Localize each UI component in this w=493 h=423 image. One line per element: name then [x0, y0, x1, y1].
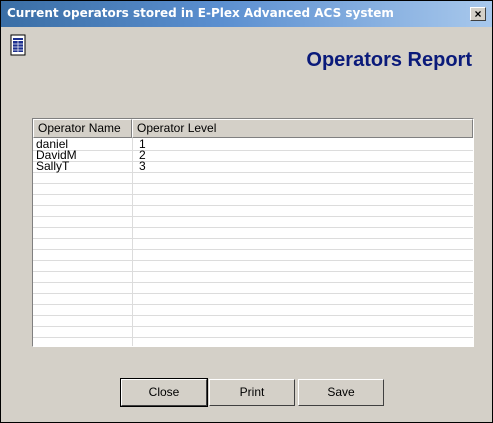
operator-name-cell: SallyT: [36, 159, 70, 173]
window-close-button[interactable]: ×: [470, 7, 486, 21]
operator-level-cell: 3: [139, 159, 146, 173]
title-bar[interactable]: Current operators stored in E-Plex Advan…: [1, 1, 492, 27]
close-button[interactable]: Close: [120, 378, 208, 407]
column-header-operator-name[interactable]: Operator Name: [33, 119, 132, 138]
report-title: Operators Report: [306, 49, 472, 71]
operators-report-window: Current operators stored in E-Plex Advan…: [0, 0, 493, 423]
print-button[interactable]: Print: [209, 379, 295, 406]
window-title: Current operators stored in E-Plex Advan…: [7, 6, 394, 20]
table-row: [33, 326, 473, 338]
column-header-operator-level[interactable]: Operator Level: [132, 119, 473, 138]
report-document-icon: [10, 34, 26, 56]
save-button[interactable]: Save: [298, 379, 384, 406]
operators-table[interactable]: Operator Name Operator Level daniel 1 Davi…: [32, 118, 474, 347]
